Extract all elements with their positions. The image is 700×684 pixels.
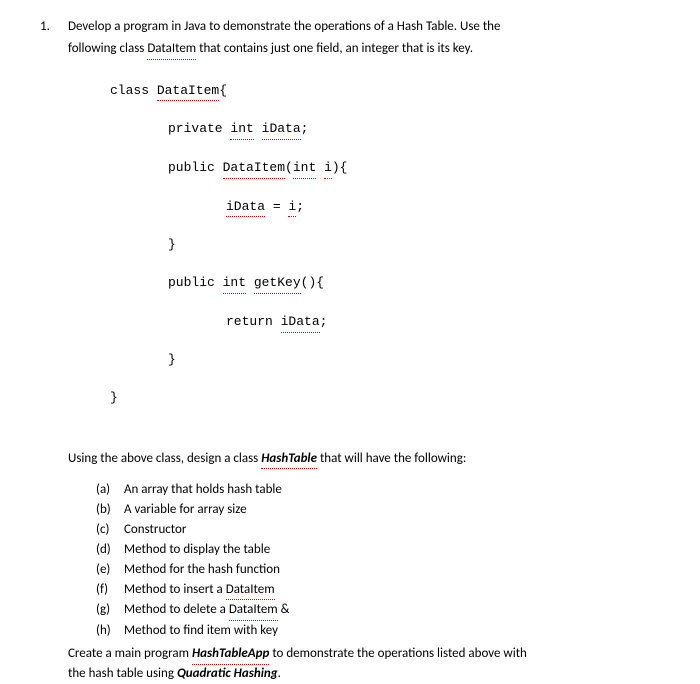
list-text: Method to delete a DataItem & bbox=[124, 601, 650, 621]
list-label: (b) bbox=[96, 501, 124, 520]
sub-1c: that will have the following: bbox=[317, 451, 466, 466]
sq: int bbox=[293, 159, 316, 179]
intro-line-1: Develop a program in Java to demonstrate… bbox=[68, 18, 650, 37]
intro-line-2: following class DataItem that contains j… bbox=[68, 40, 650, 60]
code-line-1: class DataItem{ bbox=[110, 82, 650, 102]
hashtableapp-word: HashTableApp bbox=[192, 645, 269, 665]
sq: DataItem bbox=[223, 159, 285, 179]
sq: i bbox=[324, 159, 332, 179]
list-item: (h) Method to find item with key bbox=[96, 622, 650, 641]
requirements-list: (a) An array that holds hash table (b) A… bbox=[96, 481, 650, 641]
t bbox=[246, 275, 254, 290]
t: public bbox=[168, 275, 223, 290]
t: return bbox=[226, 314, 281, 329]
sq: getKey bbox=[254, 274, 301, 294]
subtext: Using the above class, design a class Ha… bbox=[68, 450, 650, 470]
problem-content: Develop a program in Java to demonstrate… bbox=[68, 18, 650, 684]
sub-1a: Using the above class, design a class bbox=[68, 451, 261, 466]
code-block: class DataItem{ private int iData; publi… bbox=[110, 63, 650, 446]
quadratic-hashing-word: Quadratic Hashing bbox=[177, 666, 278, 681]
list-label: (a) bbox=[96, 481, 124, 500]
code-line-8: } bbox=[110, 351, 650, 370]
list-label: (d) bbox=[96, 541, 124, 560]
list-label: (c) bbox=[96, 521, 124, 540]
list-label: (f) bbox=[96, 581, 124, 601]
list-item: (g) Method to delete a DataItem & bbox=[96, 601, 650, 621]
code-line-2: private int iData; bbox=[110, 120, 650, 140]
t: private bbox=[168, 121, 230, 136]
list-text: Constructor bbox=[124, 521, 650, 540]
footer-1a: Create a main program bbox=[68, 646, 192, 661]
dataitem-word: DataItem bbox=[226, 581, 275, 601]
list-label: (e) bbox=[96, 561, 124, 580]
item-f-pre: Method to insert a bbox=[124, 582, 226, 597]
sq: iData bbox=[262, 120, 301, 140]
footer-2c: . bbox=[278, 666, 281, 681]
footer-line-1: Create a main program HashTableApp to de… bbox=[68, 645, 650, 665]
t: ( bbox=[285, 160, 293, 175]
intro-2c: that contains just one field, an integer… bbox=[196, 41, 473, 56]
footer-1c: to demonstrate the operations listed abo… bbox=[269, 646, 527, 661]
hashtable-word: HashTable bbox=[261, 450, 317, 470]
list-item: (d) Method to display the table bbox=[96, 541, 650, 560]
t: { bbox=[219, 83, 227, 98]
t: ; bbox=[296, 199, 304, 214]
list-label: (g) bbox=[96, 601, 124, 621]
t: ){ bbox=[332, 160, 348, 175]
code-line-6: public int getKey(){ bbox=[110, 274, 650, 294]
list-item: (e) Method for the hash function bbox=[96, 561, 650, 580]
t: = bbox=[265, 199, 288, 214]
t: public bbox=[168, 160, 223, 175]
sq: int bbox=[230, 120, 253, 140]
t bbox=[316, 160, 324, 175]
list-item: (c) Constructor bbox=[96, 521, 650, 540]
code-line-3: public DataItem(int i){ bbox=[110, 159, 650, 179]
list-text: Method to display the table bbox=[124, 541, 650, 560]
footer: Create a main program HashTableApp to de… bbox=[68, 645, 650, 684]
problem-number: 1. bbox=[40, 18, 68, 684]
t: ; bbox=[320, 314, 328, 329]
code-line-5: } bbox=[110, 236, 650, 255]
sq: int bbox=[223, 274, 246, 294]
t: ; bbox=[301, 121, 309, 136]
list-item: (a) An array that holds hash table bbox=[96, 481, 650, 500]
list-text: An array that holds hash table bbox=[124, 481, 650, 500]
list-item: (f) Method to insert a DataItem bbox=[96, 581, 650, 601]
t: (){ bbox=[301, 275, 324, 290]
dataitem-word: DataItem bbox=[147, 40, 196, 60]
t: class bbox=[110, 83, 157, 98]
t bbox=[254, 121, 262, 136]
dataitem-word: DataItem bbox=[229, 601, 278, 621]
code-line-7: return iData; bbox=[110, 313, 650, 333]
footer-2a: the hash table using bbox=[68, 666, 177, 681]
code-line-9: } bbox=[110, 389, 650, 408]
item-g-post: & bbox=[278, 602, 290, 617]
sq: iData bbox=[226, 198, 265, 218]
list-text: Method to find item with key bbox=[124, 622, 650, 641]
code-line-4: iData = i; bbox=[110, 198, 650, 218]
sq: iData bbox=[281, 313, 320, 333]
sq: DataItem bbox=[157, 82, 219, 102]
item-g-pre: Method to delete a bbox=[124, 602, 229, 617]
footer-line-2: the hash table using Quadratic Hashing. bbox=[68, 665, 650, 684]
list-text: Method for the hash function bbox=[124, 561, 650, 580]
problem-container: 1. Develop a program in Java to demonstr… bbox=[40, 18, 650, 684]
list-label: (h) bbox=[96, 622, 124, 641]
list-text: Method to insert a DataItem bbox=[124, 581, 650, 601]
list-text: A variable for array size bbox=[124, 501, 650, 520]
list-item: (b) A variable for array size bbox=[96, 501, 650, 520]
intro-2a: following class bbox=[68, 41, 147, 56]
